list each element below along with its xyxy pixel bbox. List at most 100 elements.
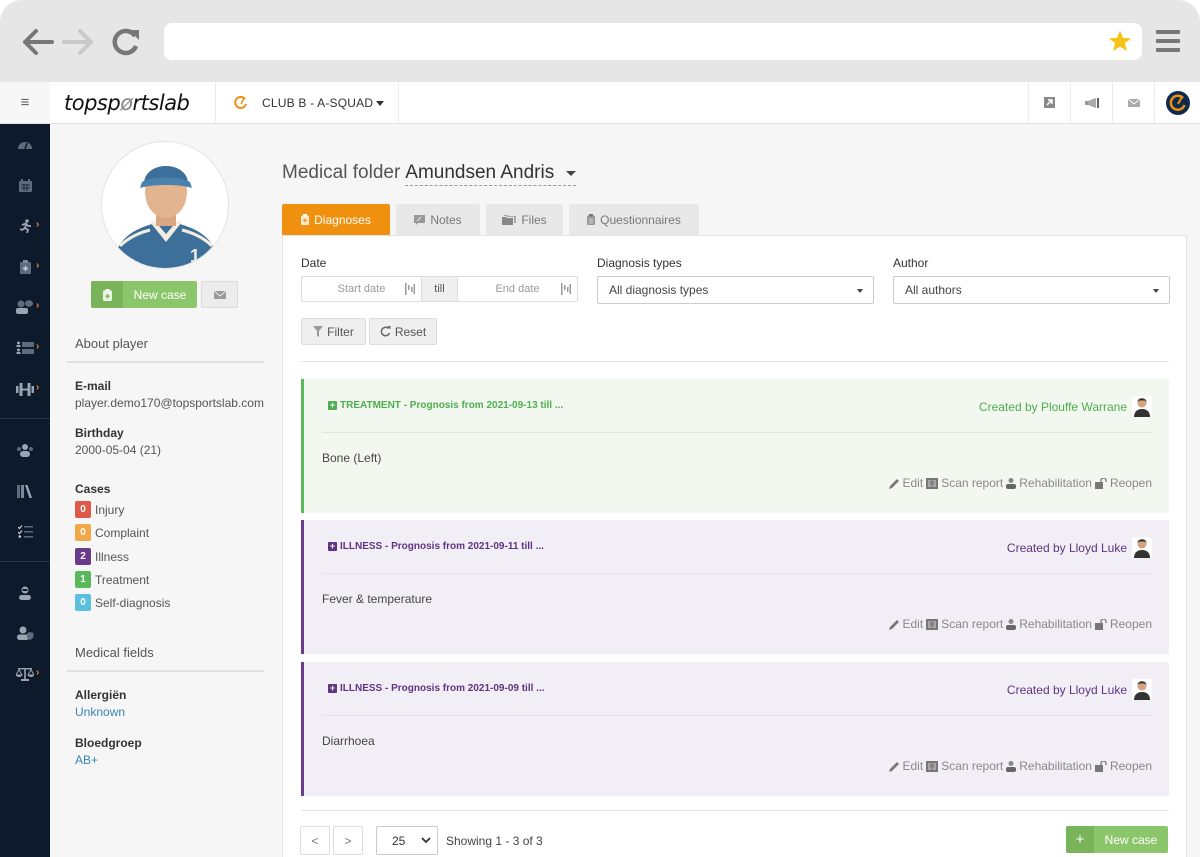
sidebar-item-dashboard[interactable]: [0, 129, 50, 159]
team-chat-icon: [16, 300, 33, 314]
start-date-input[interactable]: Start date: [302, 277, 421, 301]
announcements-button[interactable]: [1070, 82, 1112, 123]
diagnosis-description: Bone (Left): [322, 451, 382, 465]
send-message-button[interactable]: [201, 281, 238, 308]
case-count-treatment[interactable]: 1 Treatment: [75, 571, 149, 588]
calendar-icon[interactable]: [561, 282, 571, 296]
url-bar[interactable]: [164, 23, 1142, 60]
created-by: Created by Lloyd Luke: [1006, 541, 1127, 555]
sidebar-item-fitness[interactable]: ›: [0, 374, 50, 404]
sidebar-item-checklists[interactable]: [0, 516, 50, 546]
tab-questionnaires[interactable]: Questionnaires: [569, 204, 699, 235]
chevron-down-icon: [421, 837, 431, 844]
sidebar-item-calendar[interactable]: [0, 170, 50, 200]
player-selector[interactable]: Amundsen Andris: [405, 162, 577, 186]
author-select[interactable]: All authors: [893, 276, 1170, 304]
logo[interactable]: topsp ø rtslab: [50, 82, 216, 123]
browser-menu-button[interactable]: [1156, 30, 1180, 52]
filter-button[interactable]: Filter: [301, 318, 366, 345]
player-profile-panel: 1 New case About player E-mail player.de…: [50, 124, 282, 857]
unlock-icon: [1094, 618, 1107, 630]
tab-files[interactable]: Files: [486, 204, 563, 235]
club-name: CLUB B - A-SQUAD: [262, 96, 384, 110]
forward-button[interactable]: [60, 24, 96, 60]
clipboard-plus-icon: [102, 288, 112, 301]
end-date-input[interactable]: End date: [458, 277, 577, 301]
reset-button[interactable]: Reset: [369, 318, 437, 345]
scan-report-action[interactable]: Scan report: [926, 476, 1003, 490]
author-label: Author: [893, 256, 929, 270]
note-icon: [414, 214, 426, 225]
sidebar-item-medical[interactable]: ›: [0, 252, 50, 282]
next-page-button[interactable]: >: [333, 826, 363, 855]
user-support-icon: [19, 586, 31, 600]
rehabilitation-action[interactable]: Rehabilitation: [1006, 617, 1092, 631]
list-divider: [301, 810, 1169, 811]
case-count-injury[interactable]: 0 Injury: [75, 501, 124, 518]
case-count-illness[interactable]: 2 Illness: [75, 548, 129, 565]
card-divider: [322, 432, 1152, 433]
calendar-icon: [18, 178, 32, 192]
reopen-action[interactable]: Reopen: [1094, 759, 1152, 773]
reopen-action[interactable]: Reopen: [1094, 476, 1152, 490]
creator-avatar: [1132, 537, 1152, 558]
diagnosis-heading[interactable]: + ILLNESS - Prognosis from 2021-09-11 ti…: [328, 541, 544, 552]
diagnosis-types-select[interactable]: All diagnosis types: [597, 276, 874, 304]
diagnosis-heading[interactable]: + ILLNESS - Prognosis from 2021-09-09 ti…: [328, 683, 545, 694]
messages-button[interactable]: [1112, 82, 1154, 123]
diagnosis-card[interactable]: + TREATMENT - Prognosis from 2021-09-13 …: [301, 379, 1169, 513]
folders-icon: [502, 214, 517, 225]
sidebar-item-permissions[interactable]: [0, 618, 50, 648]
creator-avatar: [1132, 396, 1152, 417]
back-button[interactable]: [20, 24, 56, 60]
diagnosis-card[interactable]: + ILLNESS - Prognosis from 2021-09-11 ti…: [301, 520, 1169, 654]
new-case-button[interactable]: New case: [91, 281, 197, 308]
tab-notes[interactable]: Notes: [396, 204, 480, 235]
sidebar-item-training[interactable]: ›: [0, 211, 50, 241]
club-logo-icon: [234, 95, 247, 109]
rehabilitation-action[interactable]: Rehabilitation: [1006, 476, 1092, 490]
plus-square-icon: +: [328, 541, 337, 551]
forward-arrow-icon: [62, 29, 93, 55]
hamburger-menu-icon[interactable]: ≡: [0, 82, 50, 123]
sidebar-item-library[interactable]: [0, 476, 50, 506]
sidebar-item-groups[interactable]: [0, 435, 50, 465]
reopen-action[interactable]: Reopen: [1094, 617, 1152, 631]
reload-button[interactable]: [108, 24, 144, 60]
club-avatar[interactable]: [1154, 82, 1200, 123]
date-filter-label: Date: [301, 256, 327, 270]
case-count-complaint[interactable]: 0 Complaint: [75, 524, 149, 541]
diagnosis-heading[interactable]: + TREATMENT - Prognosis from 2021-09-13 …: [328, 400, 563, 411]
star-icon[interactable]: [1108, 29, 1132, 53]
sidebar-item-legal[interactable]: ›: [0, 659, 50, 689]
section-divider: [67, 670, 264, 672]
edit-action[interactable]: Edit: [888, 617, 923, 631]
allergies-value[interactable]: Unknown: [75, 705, 125, 719]
edit-action[interactable]: Edit: [888, 476, 923, 490]
rehabilitation-action[interactable]: Rehabilitation: [1006, 759, 1092, 773]
mail-icon: [213, 290, 226, 299]
calendar-icon[interactable]: [405, 282, 415, 296]
sidebar-item-team-communication[interactable]: ›: [0, 292, 50, 322]
created-by: Created by Plouffe Warrane: [978, 400, 1127, 414]
diagnosis-card[interactable]: + ILLNESS - Prognosis from 2021-09-09 ti…: [301, 662, 1169, 796]
sidebar-item-staff[interactable]: [0, 578, 50, 608]
sidebar-item-player-list[interactable]: ›: [0, 333, 50, 363]
edit-action[interactable]: Edit: [888, 759, 923, 773]
scan-report-action[interactable]: Scan report: [926, 617, 1003, 631]
scan-report-action[interactable]: Scan report: [926, 759, 1003, 773]
external-link-button[interactable]: [1028, 82, 1070, 123]
player-avatar: 1: [101, 141, 229, 269]
previous-page-button[interactable]: <: [300, 826, 330, 855]
case-count-self-diagnosis[interactable]: 0 Self-diagnosis: [75, 594, 170, 611]
player-list-icon: [16, 341, 34, 354]
svg-text:1: 1: [190, 246, 200, 266]
browser-chrome: [0, 0, 1200, 82]
sidebar-divider: [0, 561, 50, 562]
club-selector[interactable]: CLUB B - A-SQUAD: [216, 82, 400, 123]
blood-type-value[interactable]: AB+: [75, 753, 98, 767]
new-case-button[interactable]: + New case: [1066, 826, 1168, 853]
per-page-select[interactable]: 25: [376, 826, 438, 855]
tab-diagnoses[interactable]: Diagnoses: [282, 204, 390, 235]
dashboard-gauge-icon: [18, 142, 32, 150]
